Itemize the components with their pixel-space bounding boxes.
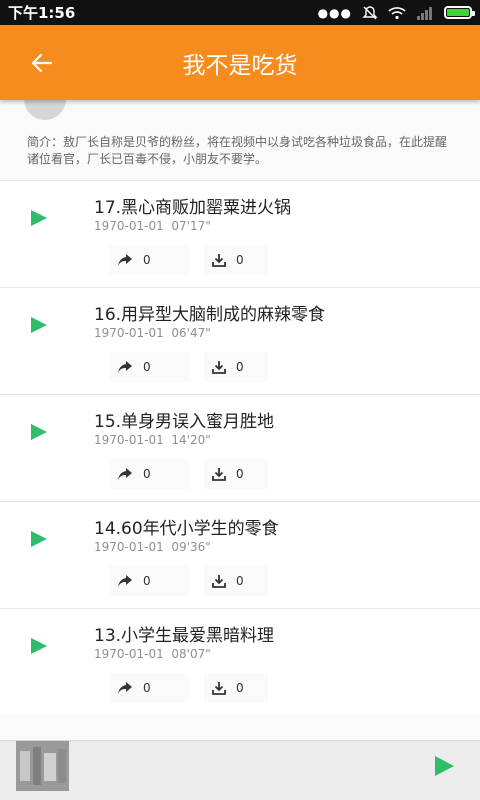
share-count: 0 <box>143 681 151 695</box>
player-thumbnail[interactable] <box>16 741 69 791</box>
episode-duration: 07'17" <box>171 219 211 233</box>
play-icon <box>435 756 454 776</box>
download-icon <box>212 254 226 267</box>
episode-date: 1970-01-01 <box>94 540 164 554</box>
episode-title: 17.黑心商贩加罂粟进火锅 <box>94 198 292 218</box>
avatar <box>24 100 66 120</box>
download-count: 0 <box>236 253 244 267</box>
episode-date: 1970-01-01 <box>94 219 164 233</box>
play-icon[interactable] <box>30 637 48 655</box>
episode-row[interactable]: 14.60年代小学生的零食 1970-01-01 09'36" 0 0 <box>0 501 480 608</box>
wifi-icon <box>388 6 406 19</box>
play-icon[interactable] <box>30 423 48 441</box>
share-count: 0 <box>143 253 151 267</box>
episode-duration: 09'36" <box>171 540 211 554</box>
play-icon[interactable] <box>30 530 48 548</box>
episode-title: 16.用异型大脑制成的麻辣零食 <box>94 305 326 325</box>
profile-intro: 简介：敖厂长自称是贝爷的粉丝，将在视频中以身试吃各种垃圾食品，在此提醒诸位看官，… <box>27 135 448 166</box>
download-button[interactable]: 0 <box>204 245 268 275</box>
download-icon <box>212 682 226 695</box>
download-count: 0 <box>236 681 244 695</box>
episode-row[interactable]: 15.单身男误入蜜月胜地 1970-01-01 14'20" 0 0 <box>0 394 480 501</box>
episode-meta: 1970-01-01 06'47" <box>94 326 211 340</box>
app-screen: 下午1:56 ●●● 我不是吃货 简介：敖厂长自称是贝爷的粉丝，将在视频中以身试… <box>0 0 480 800</box>
share-button[interactable]: 0 <box>109 352 189 382</box>
share-button[interactable]: 0 <box>109 245 189 275</box>
profile-header: 简介：敖厂长自称是贝爷的粉丝，将在视频中以身试吃各种垃圾食品，在此提醒诸位看官，… <box>0 100 480 180</box>
download-button[interactable]: 0 <box>204 352 268 382</box>
episode-meta: 1970-01-01 07'17" <box>94 219 211 233</box>
episode-meta: 1970-01-01 09'36" <box>94 540 211 554</box>
episode-duration: 08'07" <box>171 647 211 661</box>
share-icon <box>118 682 132 694</box>
episode-title: 13.小学生最爱黑暗料理 <box>94 626 275 646</box>
download-icon <box>212 575 226 588</box>
share-icon <box>118 361 132 373</box>
status-time: 下午1:56 <box>8 4 76 22</box>
play-icon[interactable] <box>30 316 48 334</box>
status-bar: 下午1:56 ●●● <box>0 0 480 25</box>
share-count: 0 <box>143 574 151 588</box>
episode-meta: 1970-01-01 14'20" <box>94 433 211 447</box>
download-icon <box>212 468 226 481</box>
share-icon <box>118 468 132 480</box>
episode-row[interactable]: 16.用异型大脑制成的麻辣零食 1970-01-01 06'47" 0 0 <box>0 287 480 394</box>
player-play-button[interactable] <box>432 754 456 778</box>
episode-date: 1970-01-01 <box>94 433 164 447</box>
episode-list: 17.黑心商贩加罂粟进火锅 1970-01-01 07'17" 0 0 16.用… <box>0 180 480 715</box>
episode-row[interactable]: 13.小学生最爱黑暗料理 1970-01-01 08'07" 0 0 <box>0 608 480 715</box>
download-count: 0 <box>236 574 244 588</box>
play-icon[interactable] <box>30 209 48 227</box>
episode-date: 1970-01-01 <box>94 647 164 661</box>
back-button[interactable] <box>0 25 84 100</box>
episode-meta: 1970-01-01 08'07" <box>94 647 211 661</box>
download-count: 0 <box>236 467 244 481</box>
status-icons: ●●● <box>317 5 475 21</box>
more-dots-icon: ●●● <box>317 5 352 20</box>
download-count: 0 <box>236 360 244 374</box>
arrow-left-icon <box>31 53 53 72</box>
episode-duration: 14'20" <box>171 433 211 447</box>
share-icon <box>118 254 132 266</box>
episode-row[interactable]: 17.黑心商贩加罂粟进火锅 1970-01-01 07'17" 0 0 <box>0 180 480 287</box>
share-count: 0 <box>143 360 151 374</box>
download-button[interactable]: 0 <box>204 673 268 703</box>
episode-date: 1970-01-01 <box>94 326 164 340</box>
episode-duration: 06'47" <box>171 326 211 340</box>
share-icon <box>118 575 132 587</box>
download-button[interactable]: 0 <box>204 459 268 489</box>
mini-player[interactable] <box>0 740 480 800</box>
signal-icon <box>417 6 432 20</box>
battery-icon <box>444 6 475 19</box>
episode-title: 14.60年代小学生的零食 <box>94 519 279 539</box>
download-icon <box>212 361 226 374</box>
episode-list-scroll[interactable]: 简介：敖厂长自称是贝爷的粉丝，将在视频中以身试吃各种垃圾食品，在此提醒诸位看官，… <box>0 100 480 740</box>
download-button[interactable]: 0 <box>204 566 268 596</box>
share-button[interactable]: 0 <box>109 459 189 489</box>
mute-icon <box>362 5 378 19</box>
share-button[interactable]: 0 <box>109 566 189 596</box>
share-count: 0 <box>143 467 151 481</box>
episode-title: 15.单身男误入蜜月胜地 <box>94 412 275 432</box>
thumbnail-image <box>16 741 69 791</box>
toolbar: 我不是吃货 <box>0 25 480 100</box>
share-button[interactable]: 0 <box>109 673 189 703</box>
